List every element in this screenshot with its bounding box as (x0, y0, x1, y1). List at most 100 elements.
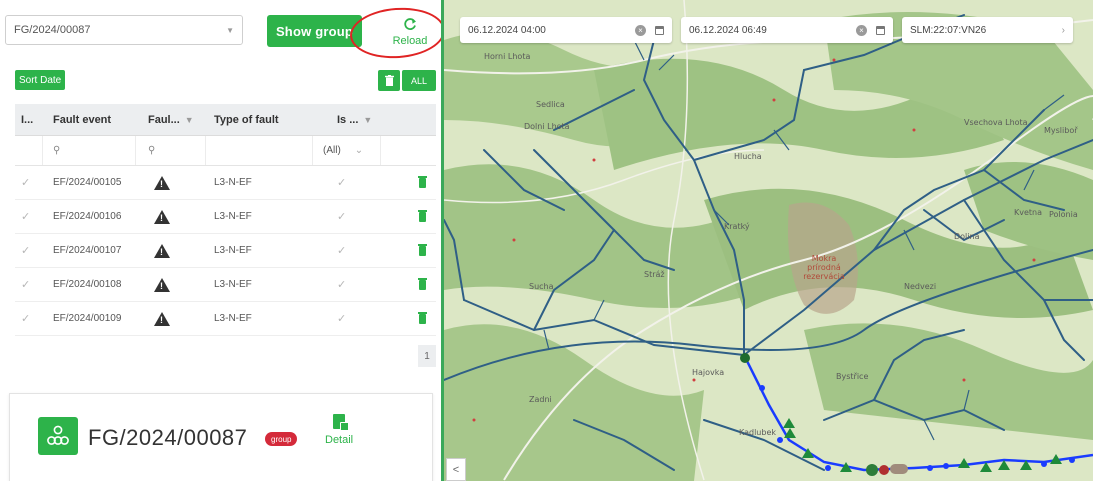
trash-icon (378, 70, 400, 91)
filter-cell-empty (381, 136, 436, 165)
map-place-label: Stráž (644, 270, 665, 279)
filter-icon[interactable]: ▼ (363, 115, 372, 125)
table-row[interactable]: ✓ EF/2024/00106 L3-N-EF ✓ (15, 200, 436, 234)
fault-event-cell: EF/2024/00109 (53, 313, 122, 324)
table-row[interactable]: ✓ EF/2024/00105 L3-N-EF ✓ (15, 166, 436, 200)
is-filter-select[interactable]: (All) ⌄ (313, 136, 381, 165)
map-place-label: Polonia (1049, 210, 1078, 219)
clear-icon[interactable]: × (856, 24, 867, 36)
date-to-value: 06.12.2024 06:49 (689, 24, 767, 36)
check-icon: ✓ (21, 177, 31, 189)
detail-button[interactable]: Detail (325, 414, 353, 446)
map-place-label: Hlucha (734, 152, 762, 161)
column-header-fault[interactable]: Faul... ▼ (136, 114, 206, 126)
delete-icon[interactable] (418, 243, 427, 256)
delete-icon[interactable] (418, 311, 427, 324)
map-place-label: Vsechova Lhota (964, 118, 1028, 127)
map-place-label: Dolina (954, 232, 980, 241)
show-group-button[interactable]: Show group (267, 15, 362, 47)
map-place-label: Kvetna (1014, 208, 1043, 217)
fault-group-select-value: FG/2024/00087 (14, 24, 91, 36)
reload-label: Reload (392, 35, 428, 47)
map-place-label: Kratký (724, 222, 750, 231)
type-of-fault-cell: L3-N-EF (214, 279, 252, 290)
check-icon: ✓ (337, 211, 347, 223)
fault-event-cell: EF/2024/00106 (53, 211, 122, 222)
map-canvas[interactable] (444, 0, 1093, 481)
check-icon: ✓ (21, 313, 31, 325)
delete-icon[interactable] (418, 209, 427, 222)
check-icon: ✓ (337, 279, 347, 291)
map-place-label: Hajovka (692, 368, 725, 377)
date-from-input[interactable]: 06.12.2024 04:00 × (460, 17, 672, 43)
map-place-label: Horni Lhota (484, 52, 531, 61)
check-icon: ✓ (21, 279, 31, 291)
location-value: SLM:22:07:VN26 (910, 24, 987, 36)
table-header: I... Fault event Faul... ▼ Type of fault… (15, 104, 436, 136)
fault-group-select[interactable]: FG/2024/00087 ▼ (5, 15, 243, 45)
map-place-label: Bystřice (836, 372, 869, 381)
map-place-label: Sucha (529, 282, 554, 291)
delete-all-button[interactable]: ALL (378, 70, 436, 91)
check-icon: ✓ (21, 211, 31, 223)
column-header-type-of-fault[interactable]: Type of fault (206, 114, 313, 126)
fault-group-card: FG/2024/00087 group Detail (9, 393, 433, 481)
search-icon: ⚲ (148, 145, 156, 156)
search-icon: ⚲ (53, 145, 61, 156)
map-place-label: Kadlubek (739, 428, 777, 437)
check-icon: ✓ (337, 313, 347, 325)
map-place-label: Dolni Lhota (524, 122, 570, 131)
chevron-right-icon: › (1061, 24, 1065, 36)
warning-icon (154, 243, 170, 258)
fault-event-cell: EF/2024/00107 (53, 245, 122, 256)
column-header-is[interactable]: Is ... ▼ (313, 114, 381, 126)
fault-group-icon (38, 417, 78, 455)
reload-button[interactable]: Reload (385, 12, 435, 60)
chevron-down-icon: ▼ (226, 25, 234, 35)
delete-icon[interactable] (418, 175, 427, 188)
type-of-fault-cell: L3-N-EF (214, 313, 252, 324)
document-icon (333, 414, 350, 431)
check-icon: ✓ (21, 245, 31, 257)
calendar-icon[interactable] (655, 25, 664, 35)
fault-group-title: FG/2024/00087 (88, 425, 248, 450)
fault-event-filter[interactable]: ⚲ (43, 136, 136, 165)
table-row[interactable]: ✓ EF/2024/00109 L3-N-EF ✓ (15, 302, 436, 336)
type-filter[interactable] (206, 136, 313, 165)
check-icon: ✓ (337, 245, 347, 257)
type-of-fault-cell: L3-N-EF (214, 245, 252, 256)
group-badge: group (265, 432, 298, 446)
warning-icon (154, 311, 170, 326)
calendar-icon[interactable] (876, 25, 885, 35)
column-header-is-label: Is ... (337, 113, 359, 126)
map-view[interactable]: Sedlica Dolni Lhota Hlucha Horni Lhota V… (444, 0, 1093, 481)
filter-icon[interactable]: ▼ (185, 115, 194, 125)
type-of-fault-cell: L3-N-EF (214, 211, 252, 222)
column-header-indicator[interactable]: I... (15, 114, 43, 126)
table-row[interactable]: ✓ EF/2024/00108 L3-N-EF ✓ (15, 268, 436, 302)
fault-event-cell: EF/2024/00105 (53, 177, 122, 188)
clear-icon[interactable]: × (635, 24, 646, 36)
delete-icon[interactable] (418, 277, 427, 290)
table-row[interactable]: ✓ EF/2024/00107 L3-N-EF ✓ (15, 234, 436, 268)
warning-icon (154, 209, 170, 224)
location-select[interactable]: SLM:22:07:VN26 › (902, 17, 1073, 43)
collapse-panel-button[interactable]: < (446, 458, 466, 481)
type-of-fault-cell: L3-N-EF (214, 177, 252, 188)
fault-event-cell: EF/2024/00108 (53, 279, 122, 290)
refresh-icon (404, 18, 416, 30)
map-place-label: Zadni (529, 395, 552, 404)
pagination-page-button[interactable]: 1 (418, 345, 436, 367)
is-filter-value: (All) (323, 145, 341, 156)
map-place-label: Sedlica (536, 100, 565, 109)
column-header-fault-event[interactable]: Fault event (43, 114, 136, 126)
chevron-down-icon: ⌄ (354, 145, 364, 156)
warning-icon (154, 277, 170, 292)
map-place-label: Nedvezi (904, 282, 937, 291)
map-place-label: Mysliboř (1044, 126, 1078, 135)
left-panel: FG/2024/00087 ▼ Show group Reload Sort D… (0, 0, 447, 481)
warning-icon (154, 175, 170, 190)
sort-date-button[interactable]: Sort Date (15, 70, 66, 90)
fault-filter[interactable]: ⚲ (136, 136, 206, 165)
date-to-input[interactable]: 06.12.2024 06:49 × (681, 17, 893, 43)
